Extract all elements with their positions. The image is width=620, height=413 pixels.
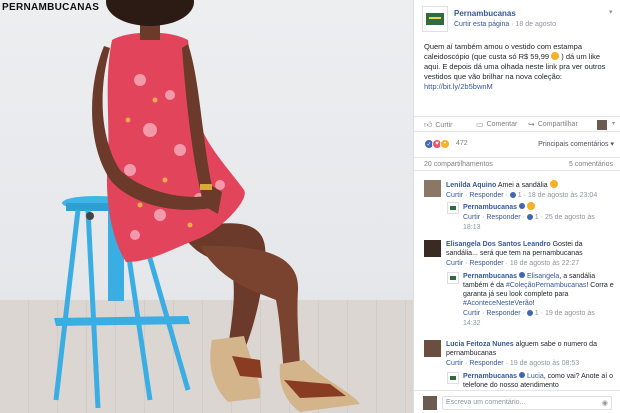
comment-author[interactable]: Pernambucanas — [463, 373, 517, 380]
like-count-icon — [526, 310, 533, 316]
chevron-down-icon[interactable]: ▾ — [609, 8, 617, 16]
comment-like-link[interactable]: Curtir — [446, 260, 463, 267]
comment-like-link[interactable]: Curtir — [463, 214, 480, 221]
facebook-post-panel: Pernambucanas Curtir esta página · 18 de… — [413, 0, 620, 413]
page-avatar[interactable] — [422, 6, 448, 32]
hashtag-link[interactable]: #ColeçãoPernambucanas — [506, 282, 587, 289]
comment-sort-dropdown[interactable]: Principais comentários ▾ — [538, 140, 614, 148]
comment-count[interactable]: 5 comentários — [569, 161, 613, 168]
avatar[interactable] — [447, 202, 459, 214]
avatar[interactable] — [424, 340, 441, 357]
comment-like-link[interactable]: Curtir — [463, 310, 480, 317]
comment-like-link[interactable]: Curtir — [446, 192, 463, 199]
comment-like-link[interactable]: Curtir — [446, 360, 463, 367]
comment-author[interactable]: Elisangela Dos Santos Leandro — [446, 241, 551, 248]
share-count-link[interactable]: 20 compartilhamentos — [424, 161, 493, 168]
page-name-link[interactable]: Pernambucanas — [454, 9, 516, 18]
like-count-icon — [526, 214, 533, 220]
model-illustration — [53, 0, 360, 412]
smiley-emoji-icon — [551, 52, 560, 60]
reactions-row: ✓ ♥ • 472 Principais comentários ▾ — [424, 139, 614, 151]
verified-badge-icon — [519, 372, 526, 378]
smiley-emoji-icon — [549, 180, 558, 188]
verified-badge-icon — [519, 272, 526, 278]
comment-icon: ▭ — [476, 120, 484, 129]
post-text: Quem aí também amou o vestido com estamp… — [424, 42, 606, 91]
comment-reply-link[interactable]: Responder — [469, 260, 503, 267]
mention-link[interactable]: Elisangela — [527, 273, 559, 280]
share-icon: ↪ — [528, 120, 535, 129]
post-header: Pernambucanas Curtir esta página · 18 de… — [422, 6, 617, 32]
avatar[interactable] — [424, 240, 441, 257]
head — [106, 0, 194, 40]
comment-author[interactable]: Lenilda Aquino — [446, 182, 496, 189]
comment-meta: Curtir · Responder · 1 · 19 de agosto às — [463, 310, 595, 317]
comment-author[interactable]: Pernambucanas — [463, 204, 517, 211]
comment-meta: Curtir · Responder · 18 de agosto às 22:… — [446, 260, 580, 267]
comment-reply-link[interactable]: Responder — [486, 214, 520, 221]
reaction-count[interactable]: 472 — [456, 140, 468, 147]
avatar[interactable] — [447, 372, 459, 384]
comment-reply-link[interactable]: Responder — [469, 192, 503, 199]
comment-author[interactable]: Lucia Feitoza Nunes — [446, 341, 514, 348]
reaction-icons[interactable]: ✓ ♥ • — [424, 139, 450, 149]
like-page-link[interactable]: Curtir esta página — [454, 21, 509, 28]
chevron-down-icon[interactable]: ▾ — [612, 120, 615, 127]
brand-watermark: PERNAMBUCANAS — [2, 2, 100, 13]
comment-button[interactable]: ▭ Comentar — [476, 120, 517, 129]
comment-meta: Curtir · Responder · 19 de agosto às 08:… — [446, 360, 580, 367]
comment-meta: Curtir · Responder · 1 · 25 de agosto às — [463, 214, 595, 221]
comment-composer: Escreva um comentário... ◉ — [414, 390, 620, 413]
verified-badge-icon — [519, 203, 526, 209]
comment-meta: Curtir · Responder · 1 · 18 de agosto às… — [446, 192, 598, 199]
like-button[interactable]: 👍︎ Curtir — [424, 120, 453, 130]
camera-icon[interactable]: ◉ — [602, 399, 608, 407]
post-link[interactable]: http://bit.ly/2b5bwnM — [424, 82, 493, 91]
wow-reaction-icon: • — [440, 139, 450, 149]
share-button[interactable]: ↪ Compartilhar — [528, 120, 578, 129]
like-count-icon — [509, 192, 516, 198]
comment-input[interactable]: Escreva um comentário... ◉ — [442, 396, 612, 410]
avatar[interactable] — [447, 272, 459, 284]
mention-link[interactable]: Lucia — [527, 373, 544, 380]
shares-row: 20 compartilhamentos 5 comentários — [414, 157, 620, 171]
avatar — [423, 396, 437, 410]
avatar[interactable] — [597, 120, 607, 130]
hashtag-link[interactable]: #AconteceNesteVerão — [463, 300, 533, 307]
smiley-emoji-icon — [527, 202, 535, 210]
post-photo[interactable]: PERNAMBUCANAS — [0, 0, 413, 413]
thumbs-up-icon: 👍︎ — [424, 120, 433, 129]
comment-reply-link[interactable]: Responder — [469, 360, 503, 367]
avatar[interactable] — [424, 180, 441, 197]
comment-author[interactable]: Pernambucanas — [463, 273, 517, 280]
comment-reply-link[interactable]: Responder — [486, 310, 520, 317]
post-actions-bar: 👍︎ Curtir ▭ Comentar ↪ Compartilhar ▾ — [414, 116, 620, 132]
post-meta: Curtir esta página · 18 de agosto — [454, 21, 556, 28]
post-date[interactable]: 18 de agosto — [516, 21, 556, 28]
